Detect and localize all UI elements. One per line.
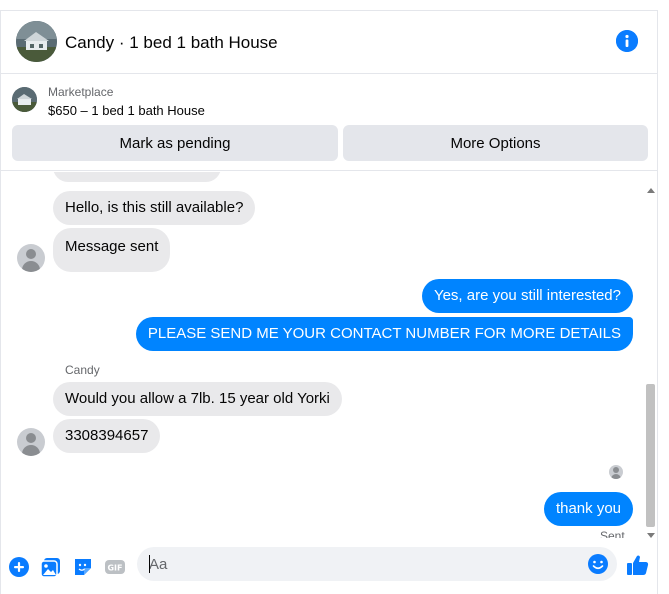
message-input[interactable] <box>137 547 617 581</box>
message-bubble-incoming[interactable]: Would you allow a 7lb. 15 year old Yorki <box>53 382 342 416</box>
message-bubble-incoming[interactable]: 3308394657 <box>53 419 161 453</box>
sticker-icon[interactable] <box>72 556 94 578</box>
message-bubble-outgoing[interactable]: PLEASE SEND ME YOUR CONTACT NUMBER FOR M… <box>135 317 633 351</box>
message-bubble-outgoing[interactable]: Yes, are you still interested? <box>421 279 633 313</box>
conversation-header: Candy · 1 bed 1 bath House <box>1 11 657 74</box>
message-status: Sent <box>600 529 625 538</box>
gif-icon[interactable]: GIF <box>104 556 126 578</box>
more-options-button[interactable]: More Options <box>343 125 648 161</box>
image-icon[interactable] <box>40 556 62 578</box>
message-composer: GIF <box>1 544 657 594</box>
listing-price-title[interactable]: $650 – 1 bed 1 bath House <box>48 103 205 118</box>
message-bubble-incoming[interactable]: Message sent <box>53 228 171 272</box>
chat-window: Candy · 1 bed 1 bath House Marketplace $… <box>0 10 658 594</box>
chat-scrollbar[interactable] <box>644 172 657 544</box>
thumbs-up-icon[interactable] <box>626 553 649 575</box>
scrollbar-thumb[interactable] <box>646 384 655 527</box>
avatar-icon[interactable] <box>17 244 45 272</box>
mark-as-pending-button[interactable]: Mark as pending <box>12 125 338 161</box>
message-bubble-incoming[interactable]: Hello, is this still available? <box>53 191 256 225</box>
message-list[interactable]: Hello, is this still available? Message … <box>1 172 644 538</box>
scroll-up-arrow-icon[interactable] <box>647 188 655 193</box>
gif-label: GIF <box>107 564 122 573</box>
message-bubble-outgoing[interactable]: thank you <box>543 492 633 526</box>
clipped-message-bubble <box>53 172 221 182</box>
seen-avatar-icon <box>609 465 623 479</box>
sender-name: Candy <box>65 363 100 377</box>
plus-icon[interactable] <box>8 556 30 578</box>
listing-thumbnail[interactable] <box>12 87 37 112</box>
marketplace-listing-card: Marketplace $650 – 1 bed 1 bath House Ma… <box>1 75 657 171</box>
avatar-icon[interactable] <box>17 428 45 456</box>
emoji-icon[interactable] <box>587 553 609 575</box>
marketplace-label: Marketplace <box>48 85 114 99</box>
info-icon[interactable] <box>616 30 638 52</box>
listing-avatar[interactable] <box>16 21 57 62</box>
scroll-down-arrow-icon[interactable] <box>647 533 655 538</box>
conversation-title[interactable]: Candy · 1 bed 1 bath House <box>65 33 278 53</box>
text-caret <box>149 555 150 573</box>
